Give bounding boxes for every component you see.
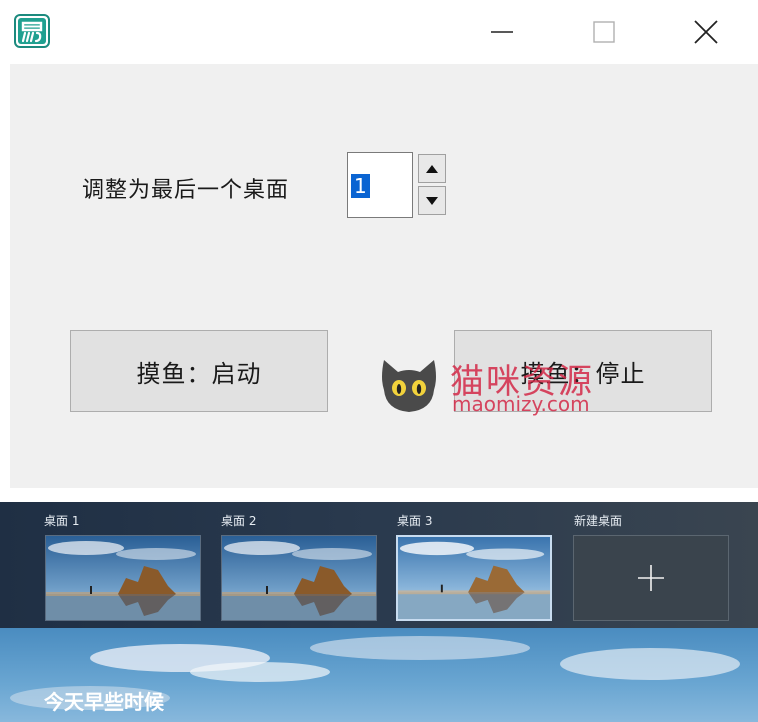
cat-logo-icon [378, 356, 440, 416]
maximize-button[interactable] [574, 8, 634, 56]
title-bar [0, 0, 758, 64]
desktop-3-label: 桌面 3 [397, 514, 433, 528]
watermark: 猫咪资源 maomizy.com [378, 356, 638, 416]
start-button[interactable]: 摸鱼：启动 [70, 330, 328, 412]
maximize-icon [593, 21, 615, 43]
spin-up-button[interactable] [418, 154, 446, 183]
desktop-3-thumbnail[interactable] [396, 535, 552, 621]
triangle-up-icon [426, 164, 438, 173]
task-view: 桌面 1 桌面 2 桌面 3 新建桌面 今天早些时候 [0, 502, 758, 722]
minimize-button[interactable] [472, 8, 532, 56]
client-area: 调整为最后一个桌面 1 摸鱼：启动 摸鱼：停止 [10, 64, 758, 488]
triangle-down-icon [426, 196, 438, 205]
desktop-2-thumbnail[interactable] [221, 535, 377, 621]
desktop-number-input[interactable]: 1 [347, 152, 413, 218]
desktop-number-value: 1 [351, 174, 370, 198]
desktop-background: 今天早些时候 [0, 628, 758, 722]
virtual-desktop-strip: 桌面 1 桌面 2 桌面 3 新建桌面 [0, 502, 758, 628]
plus-icon [638, 565, 664, 591]
desktop-2-label: 桌面 2 [221, 514, 257, 528]
app-logo-icon [14, 14, 50, 48]
app-window: 调整为最后一个桌面 1 摸鱼：启动 摸鱼：停止 猫咪资源 maomizy.com [0, 0, 758, 488]
adjust-desktop-label: 调整为最后一个桌面 [82, 178, 290, 203]
number-spinner [418, 154, 448, 216]
new-desktop-button[interactable] [573, 535, 729, 621]
close-icon [694, 20, 718, 44]
new-desktop-label: 新建桌面 [574, 514, 623, 528]
minimize-icon [491, 31, 513, 33]
close-button[interactable] [676, 8, 736, 56]
timeline-title: 今天早些时候 [44, 690, 164, 714]
desktop-1-thumbnail[interactable] [45, 535, 201, 621]
desktop-1-label: 桌面 1 [44, 514, 80, 528]
watermark-url: maomizy.com [452, 392, 590, 416]
spin-down-button[interactable] [418, 186, 446, 215]
